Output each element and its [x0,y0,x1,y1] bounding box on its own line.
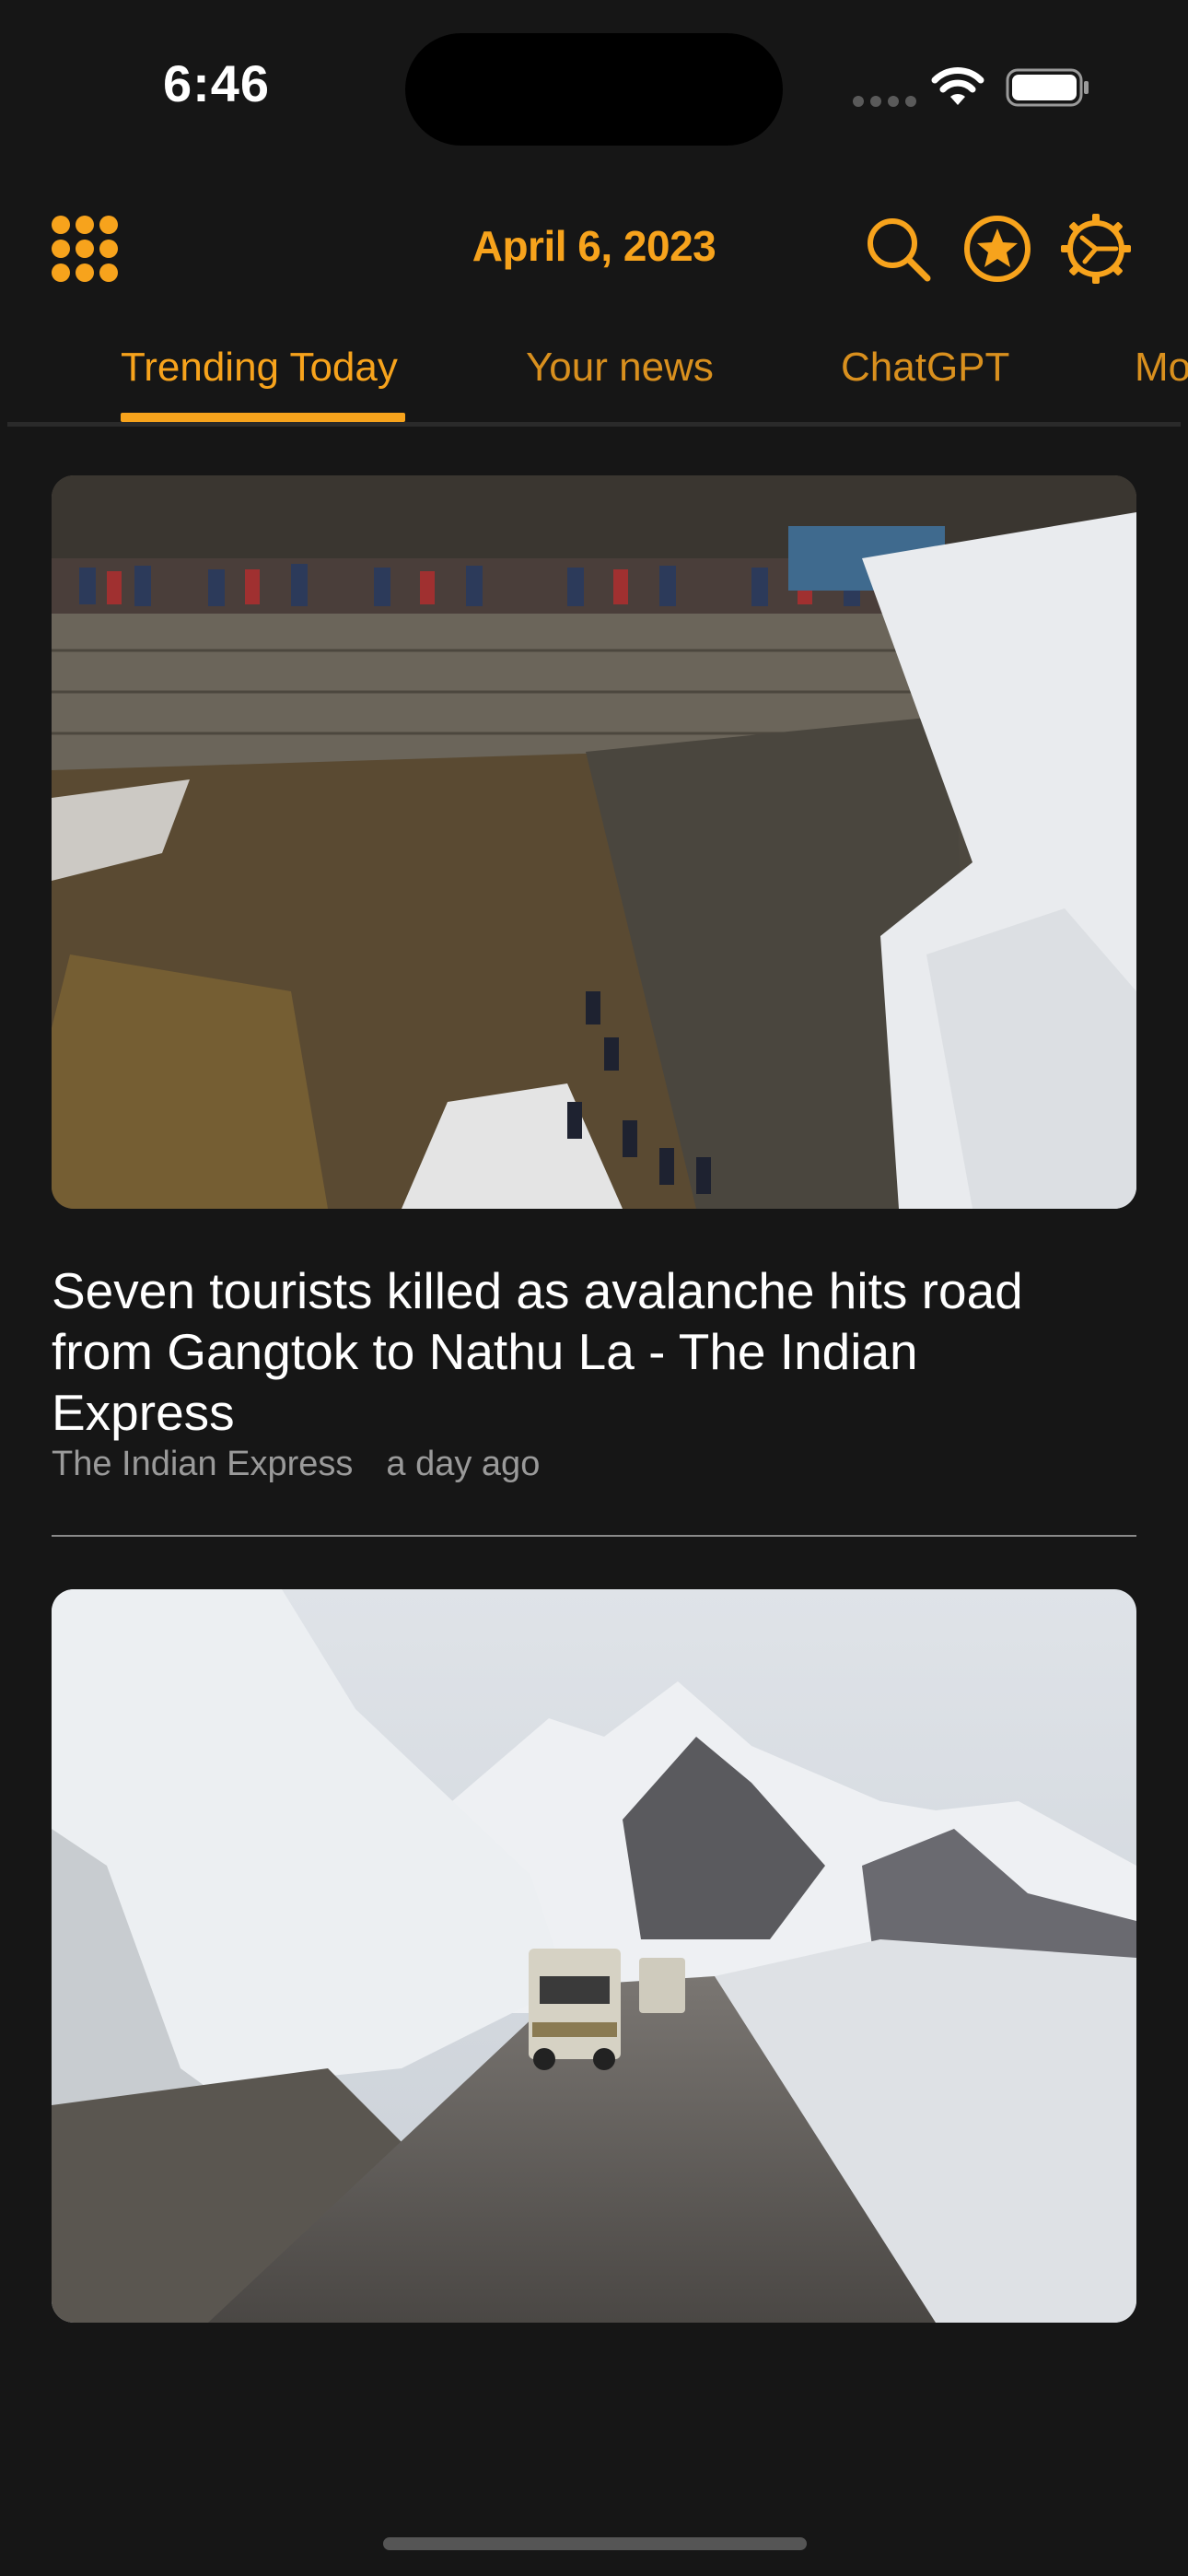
status-bar: 6:46 [0,0,1188,175]
gear-icon[interactable] [1059,212,1133,286]
article-image-snow-road[interactable] [52,1589,1136,2323]
article-image-avalanche[interactable] [52,475,1136,1209]
category-tabs: Trending Today Your news ChatGPT More [0,332,1188,424]
article-time: a day ago [386,1445,541,1483]
wifi-icon [931,67,984,105]
page-title-date: April 6, 2023 [472,222,716,270]
article-source: The Indian Express [52,1445,354,1483]
tab-trending-today[interactable]: Trending Today [121,345,398,391]
article-title[interactable]: Seven tourists killed as avalanche hits … [52,1260,1111,1443]
active-tab-indicator [121,413,405,422]
star-icon[interactable] [961,212,1034,286]
tabs-divider [7,422,1181,427]
tab-more[interactable]: More [1135,345,1188,391]
app-header: April 6, 2023 [0,203,1188,304]
status-time: 6:46 [162,54,271,112]
tab-your-news[interactable]: Your news [526,345,714,391]
article-divider [52,1535,1136,1537]
dynamic-island [405,33,783,146]
battery-icon [1006,68,1089,107]
search-icon[interactable] [861,212,935,286]
cellular-signal-icon [853,96,916,107]
home-indicator[interactable] [383,2537,807,2550]
tab-chatgpt[interactable]: ChatGPT [841,345,1009,391]
article-meta: The Indian Express a day ago [52,1445,540,1484]
grid-menu-icon[interactable] [50,214,120,284]
